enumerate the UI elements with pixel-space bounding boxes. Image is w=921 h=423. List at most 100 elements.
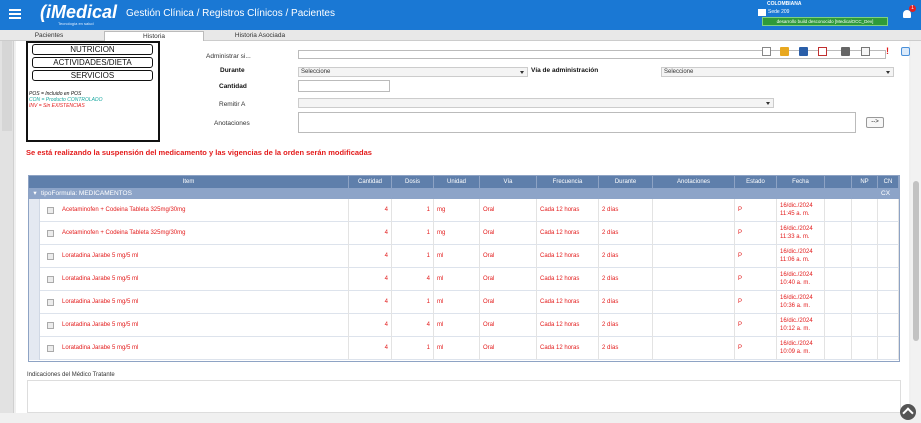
- scrollbar-thumb[interactable]: [913, 181, 919, 341]
- indicaciones-textarea[interactable]: [27, 380, 901, 413]
- row-checkbox[interactable]: [47, 345, 54, 352]
- alert-icon[interactable]: !: [883, 47, 892, 56]
- open-folder-icon[interactable]: [780, 47, 789, 56]
- logo-subtitle: Tecnología en salud: [58, 21, 94, 26]
- cell-frecuencia: Cada 12 horas: [537, 222, 599, 245]
- col-item[interactable]: Item: [29, 176, 349, 188]
- col-via[interactable]: Vía: [480, 176, 537, 188]
- anotaciones-textarea[interactable]: [298, 112, 856, 133]
- left-panel-thumb[interactable]: [2, 41, 12, 131]
- notification-count-badge: 1: [909, 5, 916, 12]
- col-frecuencia[interactable]: Frecuencia: [537, 176, 599, 188]
- col-unidad[interactable]: Unidad: [434, 176, 480, 188]
- fecha-time: 11:45 a. m.: [780, 211, 810, 217]
- tab-historia[interactable]: Historia: [104, 31, 204, 41]
- col-np[interactable]: [825, 176, 852, 188]
- col-durante[interactable]: Durante: [599, 176, 653, 188]
- table-row[interactable]: Loratadina Jarabe 5 mg/5 ml 4 1 ml Oral Cada …: [29, 245, 899, 268]
- col-cn[interactable]: CN: [878, 176, 899, 188]
- cell-fecha: 16/dic./2024 10:36 a. m.: [777, 291, 825, 314]
- suspension-warning: Se está realizando la suspensión del med…: [26, 148, 372, 157]
- cell-cn: [852, 314, 878, 337]
- scroll-to-top-button[interactable]: [900, 404, 916, 420]
- cell-durante: 2 días: [599, 314, 653, 337]
- durante-select[interactable]: Seleccione: [298, 67, 528, 77]
- row-selector[interactable]: [29, 245, 40, 268]
- nutricion-button[interactable]: NUTRICION: [32, 44, 153, 55]
- new-document-icon[interactable]: [762, 47, 771, 56]
- col-cantidad[interactable]: Cantidad: [349, 176, 392, 188]
- preview-icon[interactable]: [861, 47, 870, 56]
- page-scrollbar[interactable]: [911, 41, 921, 413]
- row-selector[interactable]: [29, 291, 40, 314]
- remitir-select[interactable]: [298, 98, 774, 108]
- cell-np: [825, 245, 852, 268]
- group-label: tipoFormula: MEDICAMENTOS: [41, 190, 132, 197]
- fecha-date: 16/dic./2024: [780, 295, 813, 301]
- cell-frecuencia: Cada 12 horas: [537, 291, 599, 314]
- print-icon[interactable]: [841, 47, 850, 56]
- cell-item: Loratadina Jarabe 5 mg/5 ml: [59, 291, 349, 314]
- cell-anotaciones: [653, 245, 735, 268]
- col-fecha[interactable]: Fecha: [777, 176, 825, 188]
- group-row[interactable]: ▾ tipoFormula: MEDICAMENTOS CX: [29, 188, 899, 199]
- via-select[interactable]: Seleccione: [661, 67, 894, 77]
- row-selector[interactable]: [29, 337, 40, 360]
- row-checkbox[interactable]: [47, 322, 54, 329]
- row-selector[interactable]: [29, 268, 40, 291]
- tab-historia-asociada[interactable]: Historia Asociada: [210, 31, 310, 41]
- cell-cn: [852, 337, 878, 360]
- fecha-time: 10:36 a. m.: [780, 303, 811, 309]
- table-row[interactable]: Acetaminofen + Codeina Tableta 325mg/30m…: [29, 222, 899, 245]
- col-np-label[interactable]: NP: [852, 176, 878, 188]
- top-bar: (iMedical Tecnología en salud Gestión Cl…: [0, 0, 921, 30]
- app-logo[interactable]: (iMedical: [40, 3, 117, 21]
- row-selector[interactable]: [29, 314, 40, 337]
- cell-frecuencia: Cada 12 horas: [537, 199, 599, 222]
- cell-np: [825, 268, 852, 291]
- row-checkbox[interactable]: [47, 207, 54, 214]
- table-row[interactable]: Loratadina Jarabe 5 mg/5 ml 4 1 ml Oral Cada …: [29, 337, 899, 360]
- row-checkbox[interactable]: [47, 276, 54, 283]
- notification-bell-icon[interactable]: 1: [902, 5, 916, 20]
- cell-fecha: 16/dic./2024 10:12 a. m.: [777, 314, 825, 337]
- cell-cantidad: 4: [349, 337, 392, 360]
- breadcrumb: Gestión Clínica / Registros Clínicos / P…: [126, 8, 335, 19]
- cell-cx: [878, 314, 899, 337]
- cell-cx: [878, 199, 899, 222]
- cantidad-input[interactable]: [298, 80, 390, 92]
- row-checkbox[interactable]: [47, 253, 54, 260]
- collapse-icon[interactable]: ▾: [29, 188, 41, 199]
- chevron-down-icon: [886, 71, 890, 74]
- table-row[interactable]: Loratadina Jarabe 5 mg/5 ml 4 1 ml Oral Cada …: [29, 291, 899, 314]
- col-anotaciones[interactable]: Anotaciones: [653, 176, 735, 188]
- cell-unidad: ml: [434, 337, 480, 360]
- servicios-button[interactable]: SERVICIOS: [32, 70, 153, 81]
- add-annotation-button[interactable]: -->: [866, 117, 884, 128]
- chat-icon[interactable]: [901, 47, 910, 56]
- export-excel-icon[interactable]: [818, 47, 827, 56]
- build-badge: desarrollo build desconocido [MedicalOCC…: [762, 17, 888, 26]
- cell-estado: P: [735, 291, 777, 314]
- table-row[interactable]: Loratadina Jarabe 5 mg/5 ml 4 4 ml Oral Cada …: [29, 268, 899, 291]
- actividades-dieta-button[interactable]: ACTIVIDADES/DIETA: [32, 57, 153, 68]
- cell-dosis: 1: [392, 222, 434, 245]
- row-selector[interactable]: [29, 222, 40, 245]
- col-dosis[interactable]: Dosis: [392, 176, 434, 188]
- cell-np: [825, 314, 852, 337]
- table-row[interactable]: Loratadina Jarabe 5 mg/5 ml 4 4 ml Oral Cada …: [29, 314, 899, 337]
- fecha-time: 11:33 a. m.: [780, 234, 810, 240]
- save-icon[interactable]: [799, 47, 808, 56]
- menu-icon[interactable]: [9, 7, 25, 21]
- administrar-input[interactable]: [298, 50, 886, 59]
- col-estado[interactable]: Estado: [735, 176, 777, 188]
- row-checkbox[interactable]: [47, 299, 54, 306]
- via-value: Seleccione: [664, 69, 694, 75]
- row-selector[interactable]: [29, 199, 40, 222]
- table-row[interactable]: Acetaminofen + Codeina Tableta 325mg/30m…: [29, 199, 899, 222]
- row-checkbox[interactable]: [47, 230, 54, 237]
- tab-pacientes[interactable]: Pacientes: [18, 31, 80, 41]
- cell-cantidad: 4: [349, 268, 392, 291]
- sede-label[interactable]: Sede 209: [768, 9, 789, 15]
- cell-fecha: 16/dic./2024 10:09 a. m.: [777, 337, 825, 360]
